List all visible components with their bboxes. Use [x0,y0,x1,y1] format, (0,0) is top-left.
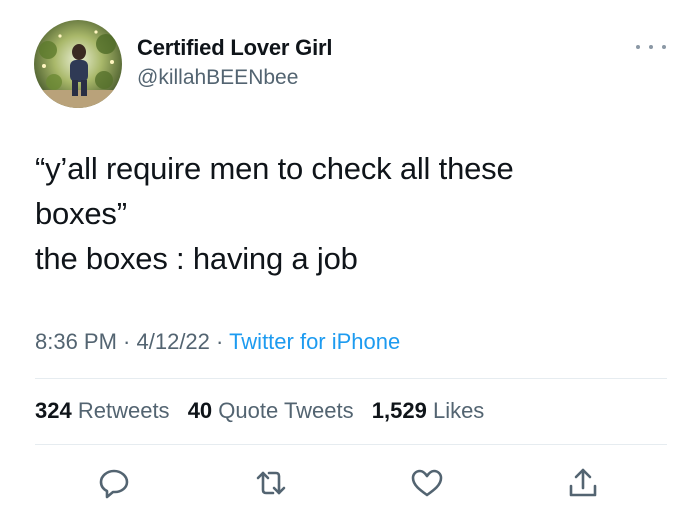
tweet-line: the boxes : having a job [35,241,358,276]
quote-tweets-stat[interactable]: 40 Quote Tweets [188,398,354,423]
author-handle[interactable]: @killahBEENbee [137,66,298,90]
tweet-source-link[interactable]: Twitter for iPhone [229,329,400,354]
tweet-stats: 324 Retweets 40 Quote Tweets 1,529 Likes [35,398,496,424]
likes-count: 1,529 [371,398,427,423]
author-display-name[interactable]: Certified Lover Girl [137,35,332,61]
divider [35,378,667,379]
tweet-line: boxes” [35,196,127,231]
retweet-icon[interactable] [254,466,288,500]
share-icon[interactable] [566,466,600,500]
tweet-date[interactable]: 4/12/22 [137,329,210,354]
quote-tweets-label: Quote Tweets [218,398,354,423]
likes-stat[interactable]: 1,529 Likes [372,398,485,423]
tweet-actions [0,466,700,500]
retweets-label: Retweets [77,398,170,423]
likes-label: Likes [432,398,485,423]
meta-separator: · [116,329,137,354]
divider [35,444,667,445]
dot [636,45,640,49]
retweets-stat[interactable]: 324 Retweets [35,398,170,423]
tweet-line: “y’all require men to check all these [35,151,514,186]
avatar[interactable] [34,20,122,108]
reply-icon[interactable] [98,466,132,500]
tweet-time[interactable]: 8:36 PM [35,329,117,354]
meta-separator: · [209,329,230,354]
tweet-text: “y’all require men to check all these bo… [35,146,665,281]
dot [649,45,653,49]
retweets-count: 324 [35,398,72,423]
heart-icon[interactable] [410,466,444,500]
more-dots-icon[interactable] [636,37,666,57]
tweet-meta: 8:36 PM · 4/12/22 · Twitter for iPhone [35,329,400,355]
dot [662,45,666,49]
quote-tweets-count: 40 [187,398,213,423]
